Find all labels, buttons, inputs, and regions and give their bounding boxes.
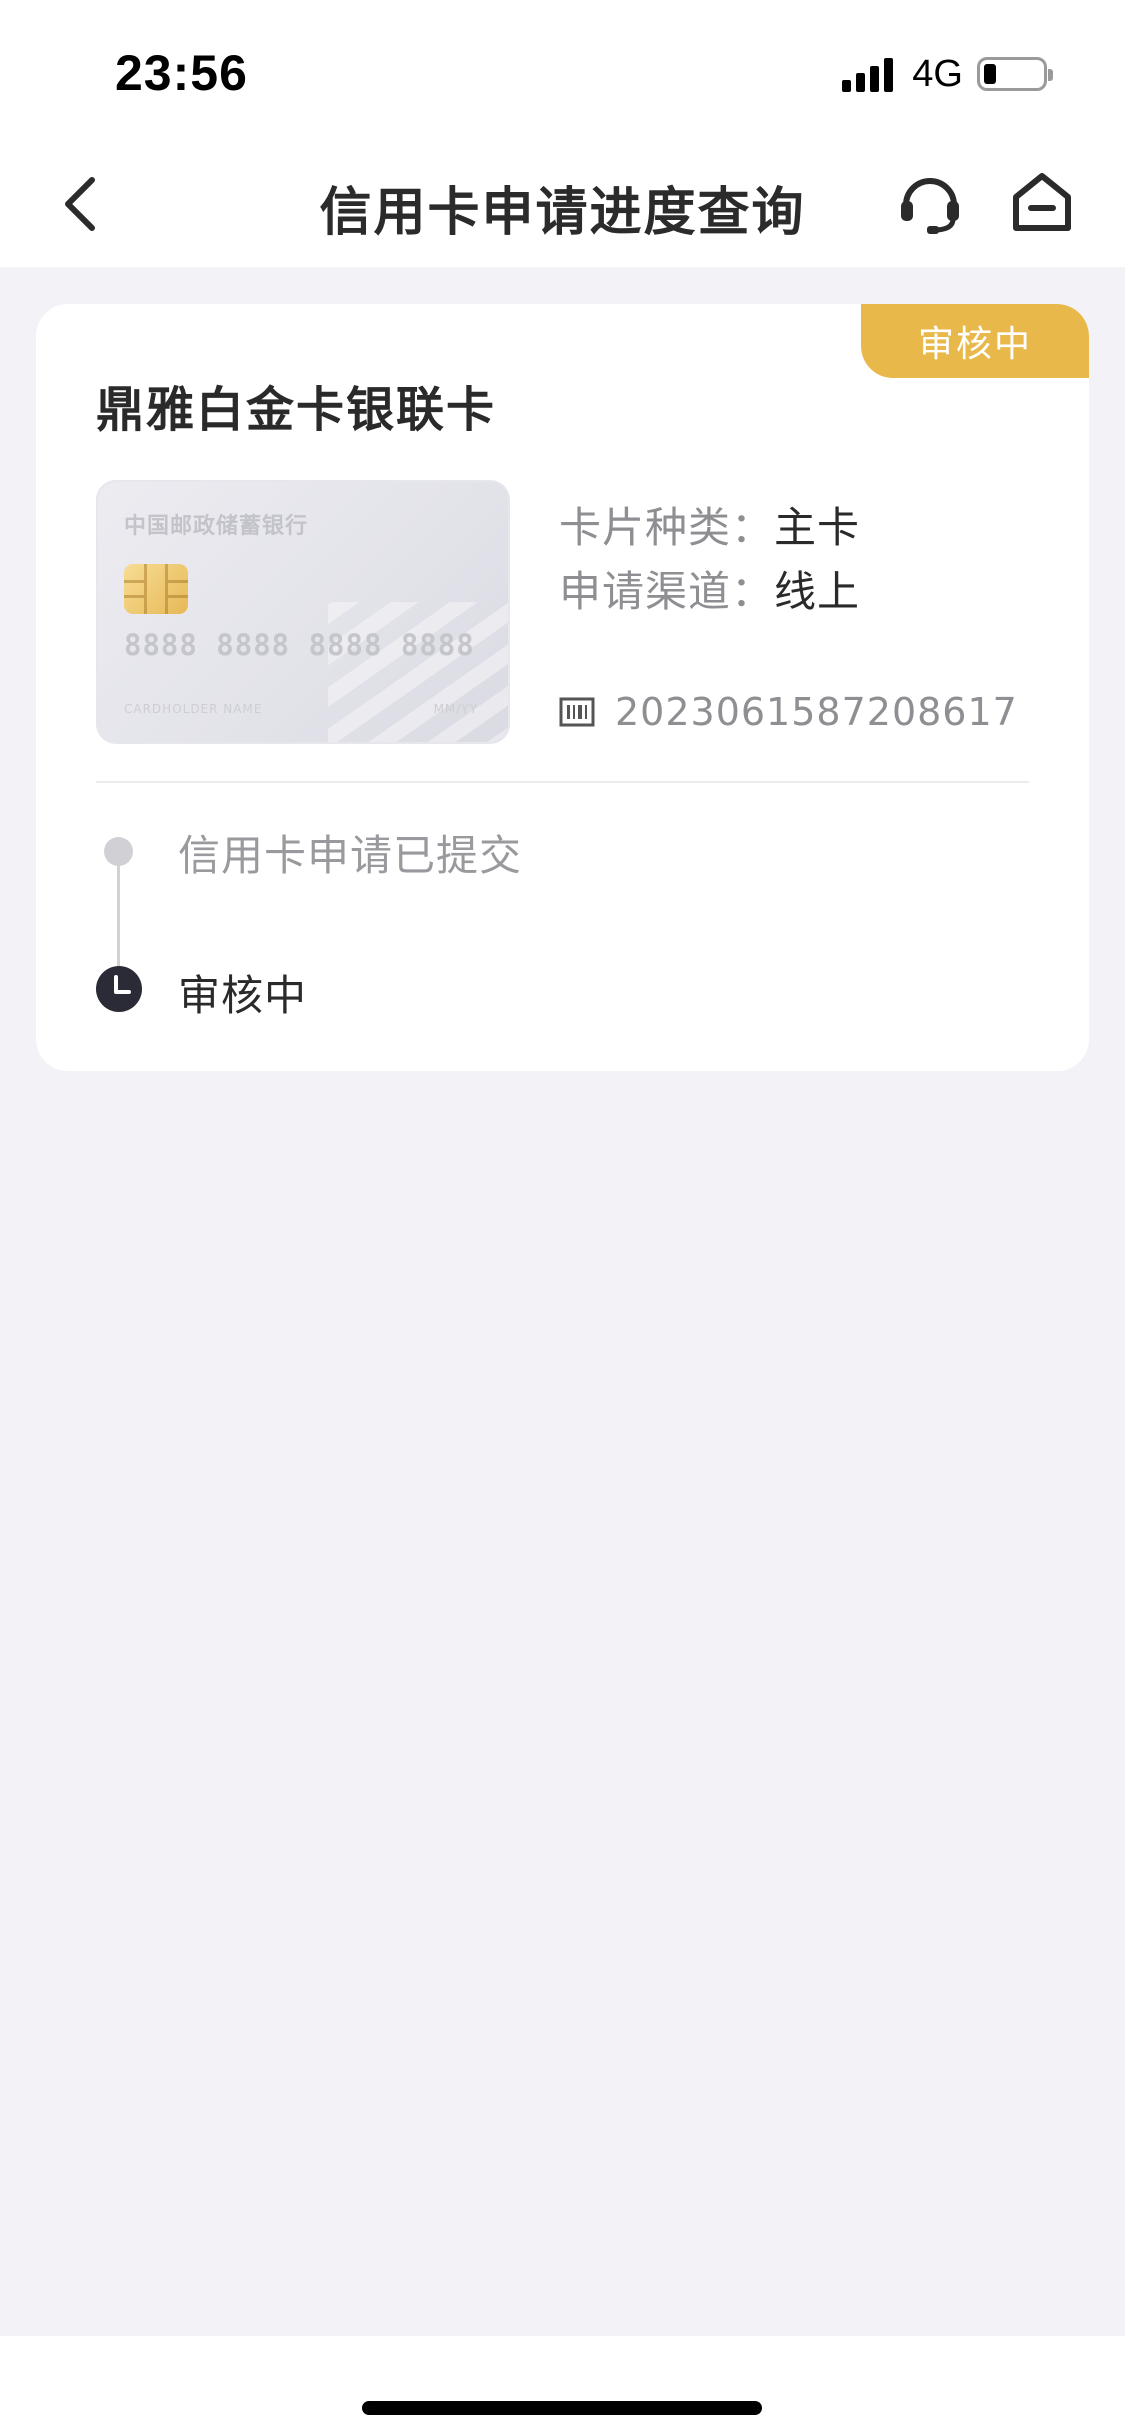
card-number: 8888 8888 8888 8888	[124, 628, 475, 662]
chip-icon	[124, 564, 188, 614]
step-done-dot	[104, 837, 133, 866]
card-pattern	[328, 602, 508, 742]
signal-bars-icon	[842, 56, 898, 92]
card-product-name: 鼎雅白金卡银联卡	[96, 382, 497, 438]
status-time: 23:56	[115, 45, 248, 101]
page-title: 信用卡申请进度查询	[319, 183, 806, 243]
bottom-safe-area	[0, 2336, 1125, 2435]
headset-icon	[901, 178, 959, 234]
chevron-left-icon	[65, 177, 95, 231]
step-reviewing-label: 审核中	[178, 971, 308, 1020]
status-badge: 审核中	[861, 304, 1089, 378]
expiry-label: MM/YY	[433, 702, 478, 716]
divider	[96, 781, 1029, 783]
application-card: 审核中 鼎雅白金卡银联卡 中国邮政储蓄银行 8888 8888 8888 888…	[36, 304, 1089, 1071]
network-label: 4G	[912, 52, 963, 95]
battery-fill	[984, 64, 996, 84]
channel-label: 申请渠道：	[559, 567, 775, 616]
back-button[interactable]	[40, 164, 120, 244]
status-indicators: 4G	[842, 52, 1053, 95]
top-area: 23:56 4G 信用卡申请进度查询	[0, 0, 1125, 267]
battery-icon	[977, 57, 1053, 91]
home-button[interactable]	[1002, 162, 1082, 242]
application-id-row: 2023061587208617	[559, 690, 1018, 734]
status-bar: 23:56 4G	[0, 0, 1125, 140]
card-type-label: 卡片种类：	[559, 503, 775, 552]
channel-value: 线上	[774, 567, 861, 616]
channel-row: 申请渠道：线上	[559, 558, 860, 619]
home-icon	[1013, 173, 1071, 231]
customer-service-button[interactable]	[890, 162, 970, 242]
card-type-row: 卡片种类：主卡	[559, 494, 860, 555]
page: 23:56 4G 信用卡申请进度查询 审核中 鼎雅白金卡银联卡 中国邮政储蓄银行…	[0, 0, 1125, 2435]
card-type-value: 主卡	[774, 503, 861, 552]
barcode-icon	[559, 697, 595, 727]
nav-bar: 信用卡申请进度查询	[0, 140, 1125, 267]
step-submitted-label: 信用卡申请已提交	[178, 831, 523, 880]
cardholder-label: CARDHOLDER NAME	[124, 702, 263, 716]
timeline-connector	[117, 852, 120, 978]
clock-icon	[96, 966, 142, 1012]
card-bank-name: 中国邮政储蓄银行	[124, 514, 309, 539]
home-indicator[interactable]	[362, 2401, 762, 2415]
credit-card-image: 中国邮政储蓄银行 8888 8888 8888 8888 CARDHOLDER …	[96, 480, 510, 744]
application-id: 2023061587208617	[615, 690, 1018, 734]
